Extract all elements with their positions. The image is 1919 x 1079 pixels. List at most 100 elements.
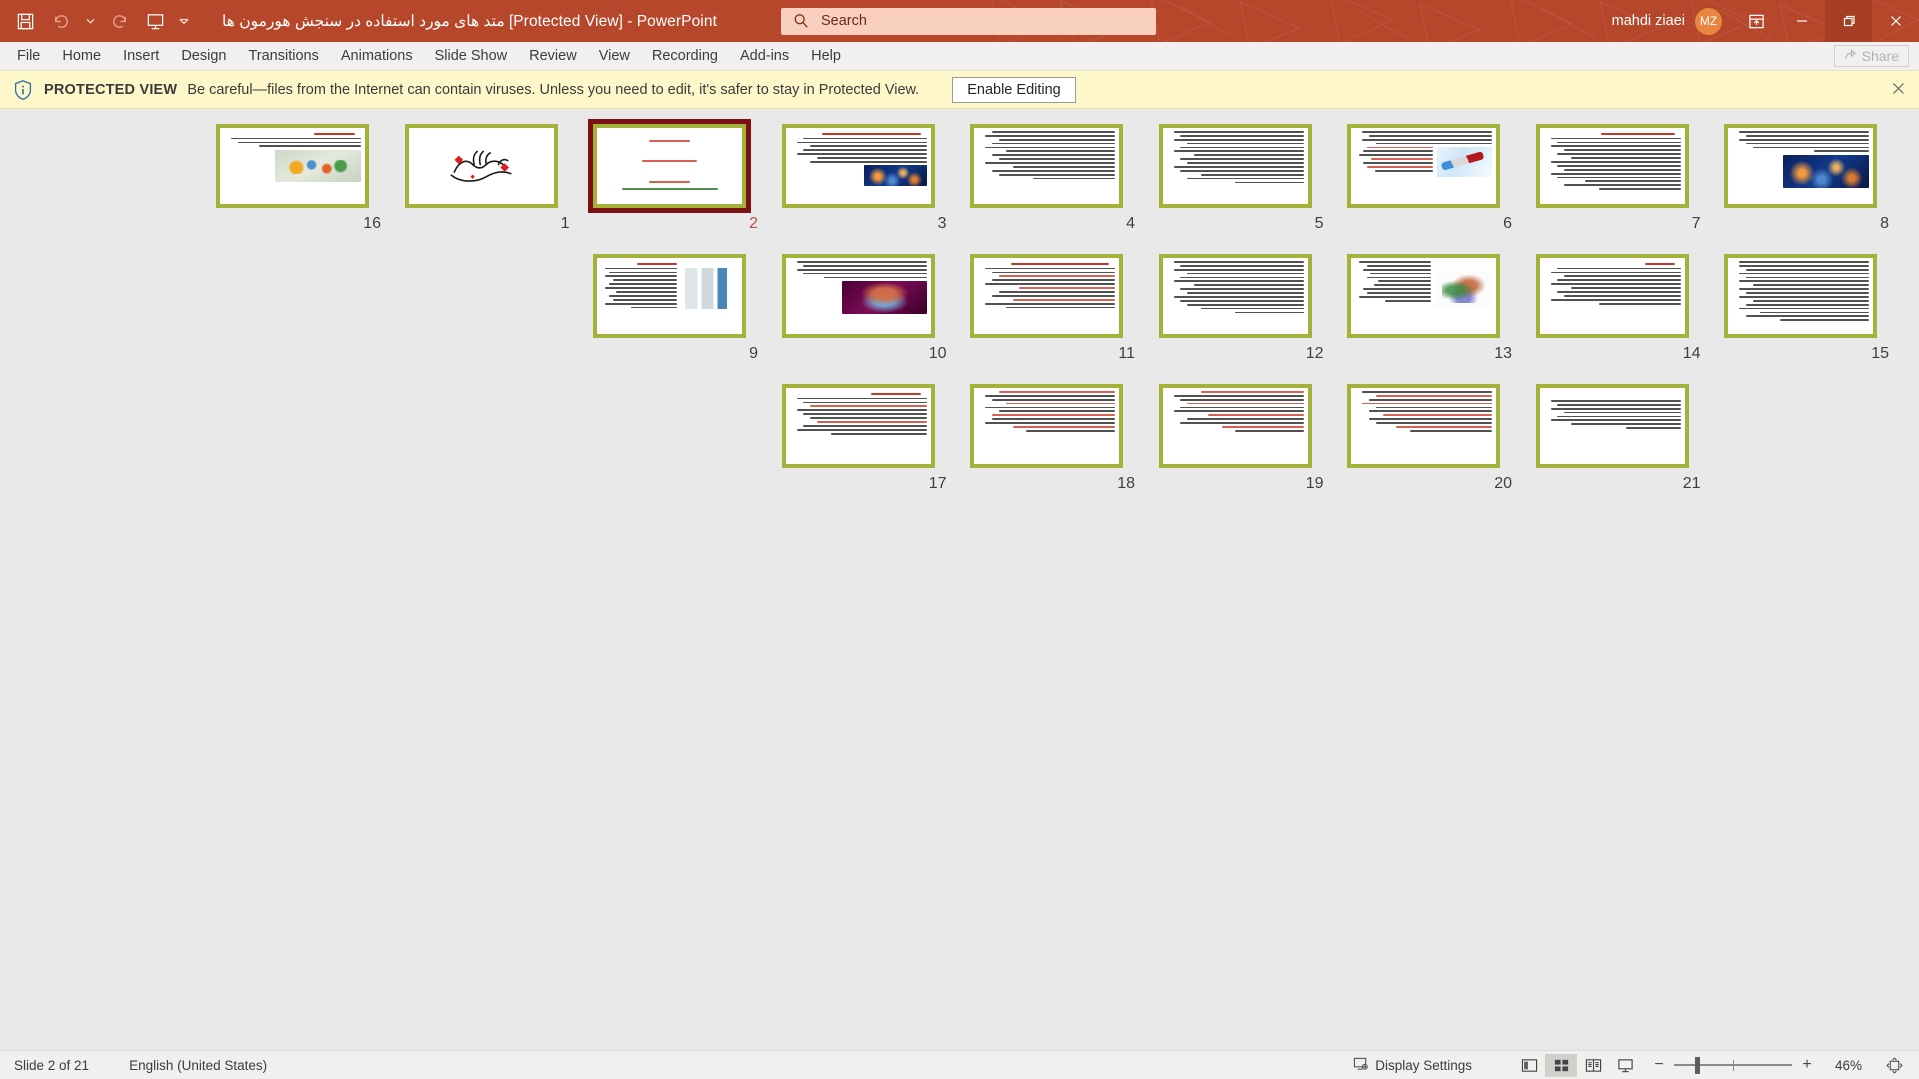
zoom-level-label[interactable]: 46%: [1822, 1058, 1862, 1073]
window-title: متد های مورد استفاده در سنجش هورمون ها […: [222, 12, 717, 31]
zoom-slider-handle[interactable]: [1695, 1056, 1701, 1074]
search-placeholder: Search: [820, 13, 867, 29]
slide-thumbnail-10[interactable]: 10: [764, 249, 953, 363]
display-settings-label: Display Settings: [1375, 1057, 1472, 1073]
account-name[interactable]: mahdi ziaei: [1612, 13, 1685, 29]
tab-design[interactable]: Design: [170, 42, 237, 70]
quick-access-toolbar: [0, 0, 194, 42]
slide-image-blood-tube: [1437, 146, 1493, 177]
slide-thumbnail-19[interactable]: 19: [1141, 379, 1330, 493]
fit-to-window-icon[interactable]: [1879, 1057, 1909, 1074]
tab-file[interactable]: File: [6, 42, 51, 70]
slide-image-neuron: [1782, 155, 1870, 189]
close-icon[interactable]: [1892, 82, 1905, 98]
share-button: Share: [1833, 45, 1909, 67]
title-separator: -: [627, 12, 633, 30]
slide-thumbnail-9[interactable]: 9: [576, 249, 765, 363]
slide-number: 15: [1871, 345, 1889, 362]
slide-number: 5: [1314, 215, 1324, 232]
document-title: متد های مورد استفاده در سنجش هورمون ها: [222, 12, 505, 30]
restore-button[interactable]: [1825, 0, 1872, 42]
share-icon: [1844, 48, 1857, 64]
tab-view[interactable]: View: [588, 42, 641, 70]
slide-number: 1: [560, 215, 570, 232]
search-icon: [793, 13, 809, 29]
protected-view-label: PROTECTED VIEW: [44, 81, 178, 98]
reading-view-button[interactable]: [1577, 1054, 1609, 1077]
slide-thumbnail-8[interactable]: 8: [1707, 119, 1896, 233]
display-settings-button[interactable]: Display Settings: [1344, 1054, 1481, 1077]
tab-review[interactable]: Review: [518, 42, 588, 70]
slide-thumbnail-1[interactable]: 1: [387, 119, 576, 233]
zoom-slider[interactable]: [1674, 1054, 1792, 1077]
slide-number: 11: [1118, 345, 1135, 362]
tab-recording[interactable]: Recording: [641, 42, 729, 70]
zoom-slider-midpoint: [1733, 1059, 1734, 1071]
slide-thumbnail-6[interactable]: 6: [1330, 119, 1519, 233]
slide-image-hypothalamus: [841, 281, 927, 314]
slide-thumbnail-3[interactable]: 3: [764, 119, 953, 233]
tab-transitions[interactable]: Transitions: [237, 42, 329, 70]
slide-number: 16: [363, 215, 381, 232]
slide-thumbnail-20[interactable]: 20: [1330, 379, 1519, 493]
tab-add-ins[interactable]: Add-ins: [729, 42, 800, 70]
slide-thumbnail-14[interactable]: 14: [1518, 249, 1707, 363]
avatar[interactable]: MZ: [1695, 7, 1722, 35]
close-button[interactable]: [1872, 0, 1919, 42]
slide-thumbnail-15[interactable]: 15: [1707, 249, 1896, 363]
slide-thumbnail-5[interactable]: 5: [1141, 119, 1330, 233]
slide-counter[interactable]: Slide 2 of 21: [14, 1058, 89, 1073]
slide-thumbnail-21[interactable]: 21: [1518, 379, 1707, 493]
slide-thumbnail-16[interactable]: 16: [199, 119, 388, 233]
slide-thumbnail-17[interactable]: 17: [764, 379, 953, 493]
undo-dropdown-chevron-down-icon[interactable]: [80, 4, 100, 38]
slide-thumbnail-11[interactable]: 11: [953, 249, 1142, 363]
slide-number: 12: [1305, 345, 1324, 362]
slide-number: 8: [1880, 215, 1889, 232]
language-indicator[interactable]: English (United States): [129, 1058, 267, 1073]
slide-thumbnail-13[interactable]: 13: [1330, 249, 1519, 363]
ribbon-display-options-icon[interactable]: [1734, 0, 1778, 42]
slide-number: 21: [1682, 475, 1701, 492]
status-bar: Slide 2 of 21 English (United States) Di…: [0, 1050, 1919, 1079]
slide-number: 17: [928, 475, 947, 492]
undo-icon[interactable]: [44, 4, 78, 38]
slide-thumbnail-7[interactable]: 7: [1518, 119, 1707, 233]
search-input[interactable]: Search: [780, 7, 1156, 35]
protected-view-bar: PROTECTED VIEW Be careful—files from the…: [0, 71, 1919, 109]
slide-number: 4: [1126, 215, 1135, 232]
slide-sorter-pane[interactable]: 8 7 6 5 4 3 2 1 16 15 14 13 12 11 10 9 2…: [0, 109, 1919, 1050]
slide-thumbnail-18[interactable]: 18: [953, 379, 1142, 493]
slide-number: 14: [1682, 345, 1701, 362]
zoom-out-button[interactable]: −: [1653, 1056, 1665, 1074]
slide-thumbnail-2[interactable]: 2: [576, 119, 765, 233]
slide-number: 7: [1691, 215, 1701, 232]
slide-number: 3: [937, 215, 947, 232]
ribbon-tab-bar: File Home Insert Design Transitions Anim…: [0, 42, 1919, 71]
redo-icon[interactable]: [102, 4, 136, 38]
tab-animations[interactable]: Animations: [330, 42, 424, 70]
tab-home[interactable]: Home: [51, 42, 112, 70]
tab-help[interactable]: Help: [800, 42, 852, 70]
title-bar-right: mahdi ziaei MZ: [1612, 0, 1919, 42]
slide-thumbnail-4[interactable]: 4: [953, 119, 1142, 233]
info-shield-icon: [12, 79, 34, 101]
slide-thumbnail-12[interactable]: 12: [1141, 249, 1330, 363]
zoom-in-button[interactable]: +: [1801, 1056, 1813, 1074]
slide-show-button[interactable]: [1609, 1054, 1641, 1077]
enable-editing-button[interactable]: Enable Editing: [952, 76, 1076, 103]
slide-image-chromatograph: [680, 261, 739, 316]
normal-view-button[interactable]: [1513, 1054, 1545, 1077]
slide-sorter-view-button[interactable]: [1545, 1053, 1577, 1077]
tab-insert[interactable]: Insert: [112, 42, 170, 70]
save-icon[interactable]: [8, 4, 42, 38]
app-name: PowerPoint: [636, 12, 717, 30]
slide-number: 9: [749, 345, 758, 362]
minimize-button[interactable]: [1778, 0, 1825, 42]
start-slideshow-icon[interactable]: [138, 4, 172, 38]
protected-view-tag: [Protected View]: [508, 12, 623, 30]
status-bar-right: Display Settings − + 46%: [1344, 1053, 1919, 1077]
tab-slide-show[interactable]: Slide Show: [424, 42, 519, 70]
customize-qat-chevron-down-icon[interactable]: [174, 4, 194, 38]
display-settings-icon: [1353, 1056, 1369, 1075]
